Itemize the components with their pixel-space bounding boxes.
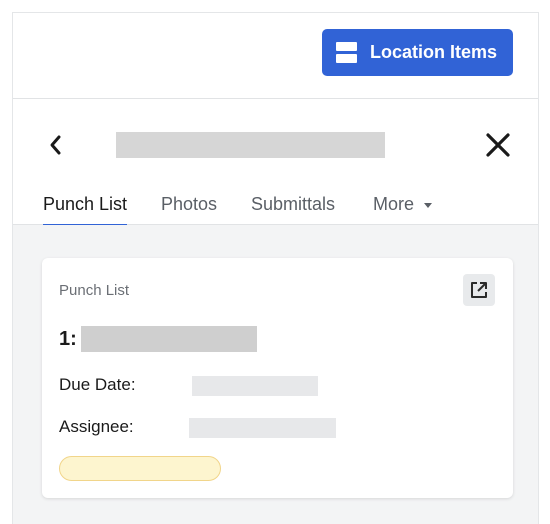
tab-photos[interactable]: Photos (161, 194, 217, 225)
caret-down-icon (424, 203, 433, 208)
due-date-value-placeholder (192, 376, 318, 396)
tab-more[interactable]: More (373, 194, 433, 225)
location-items-icon (336, 42, 357, 63)
item-title-row: 1: (59, 326, 257, 352)
tab-label: Photos (161, 194, 218, 214)
assignee-label: Assignee: (59, 417, 134, 436)
punch-list-card[interactable]: Punch List 1: Due Date: Assignee: (42, 258, 513, 498)
top-bar: Location Items (13, 13, 538, 99)
status-badge (59, 456, 221, 481)
detail-panel: Location Items Punch List Photos Submitt… (12, 12, 539, 524)
panel-header: Punch List Photos Submittals More (13, 99, 538, 227)
due-date-label: Due Date: (59, 375, 136, 394)
tab-label: Submittals (251, 194, 336, 214)
chevron-left-icon[interactable] (45, 132, 67, 158)
page-title-placeholder (116, 132, 385, 158)
tab-bar: Punch List Photos Submittals More (13, 194, 538, 227)
card-heading: Punch List (59, 282, 130, 299)
tab-label: Punch List (43, 194, 128, 214)
location-items-label: Location Items (370, 42, 498, 62)
tab-punch-list[interactable]: Punch List (43, 194, 128, 227)
item-title-placeholder (80, 326, 257, 352)
tab-submittals[interactable]: Submittals (251, 194, 335, 225)
external-link-icon (471, 282, 487, 298)
close-icon[interactable] (483, 130, 513, 160)
location-items-button[interactable]: Location Items (322, 29, 513, 76)
assignee-value-placeholder (189, 418, 336, 438)
item-number: 1: (59, 327, 77, 350)
content-area: Punch List 1: Due Date: Assignee: (13, 225, 538, 524)
tab-label: More (373, 194, 415, 214)
open-external-button[interactable] (463, 274, 495, 306)
